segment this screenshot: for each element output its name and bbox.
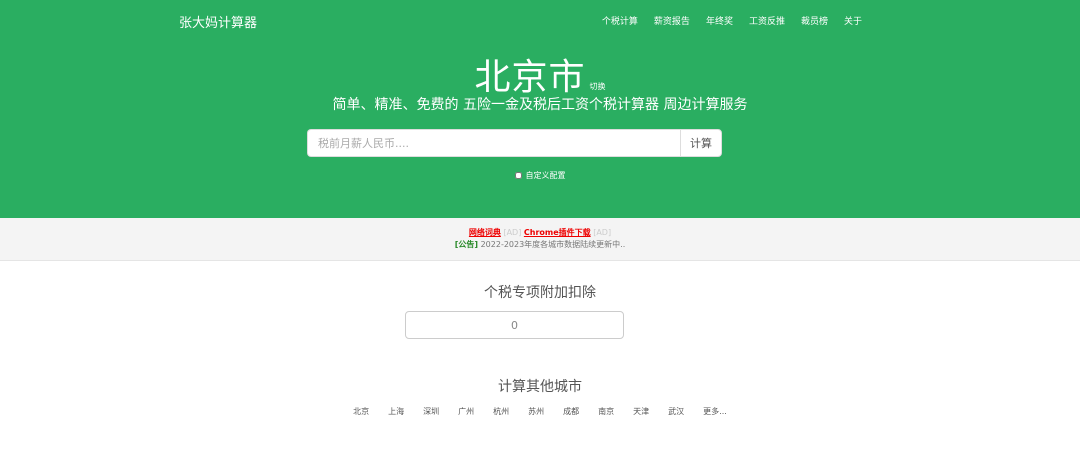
nav-item-reverse-salary[interactable]: 工资反推	[749, 14, 785, 27]
city-link-shenzhen[interactable]: 深圳	[423, 406, 439, 417]
custom-config-label[interactable]: 自定义配置	[526, 171, 566, 180]
city-link-nanjing[interactable]: 南京	[598, 406, 614, 417]
salary-input[interactable]	[307, 129, 680, 157]
city-link-tianjin[interactable]: 天津	[633, 406, 649, 417]
nav-item-tax-calc[interactable]: 个税计算	[602, 14, 638, 27]
city-link-more[interactable]: 更多...	[703, 406, 727, 417]
nav-item-about[interactable]: 关于	[844, 14, 862, 27]
ad-tag: [AD]	[503, 228, 522, 237]
city-link-wuhan[interactable]: 武汉	[668, 406, 684, 417]
nav-item-layoff-list[interactable]: 裁员榜	[801, 14, 828, 27]
calculate-button[interactable]: 计算	[680, 129, 722, 157]
brand-logo-link[interactable]: 张大妈计算器	[179, 12, 257, 31]
ad-link-dictionary[interactable]: 网络词典	[469, 228, 501, 237]
deduction-title: 个税专项附加扣除	[484, 285, 596, 301]
nav-item-salary-report[interactable]: 薪资报告	[654, 14, 690, 27]
ad-row: 网络词典 [AD] Chrome插件下载 [AD]	[0, 227, 1080, 239]
city-link-hangzhou[interactable]: 杭州	[493, 406, 509, 417]
city-link-suzhou[interactable]: 苏州	[528, 406, 544, 417]
ad-tag: [AD]	[593, 228, 612, 237]
city-link-guangzhou[interactable]: 广州	[458, 406, 474, 417]
city-link-chengdu[interactable]: 成都	[563, 406, 579, 417]
custom-config-checkbox[interactable]	[514, 172, 522, 179]
announcement-row: [公告] 2022-2023年度各城市数据陆续更新中..	[0, 239, 1080, 251]
announcement-tag: [公告]	[454, 240, 479, 249]
city-link-shanghai[interactable]: 上海	[388, 406, 404, 417]
custom-config-option: 自定义配置	[0, 170, 1080, 181]
city-heading: 北京市 切换	[0, 48, 1080, 100]
city-switch-link[interactable]: 切换	[590, 82, 606, 91]
hero-banner: 张大妈计算器 个税计算 薪资报告 年终奖 工资反推 裁员榜 关于 北京市 切换 简…	[0, 0, 1080, 218]
top-nav: 个税计算 薪资报告 年终奖 工资反推 裁员榜 关于	[602, 14, 862, 27]
nav-item-annual-bonus[interactable]: 年终奖	[706, 14, 733, 27]
deduction-input[interactable]	[405, 311, 624, 339]
announcement-text: 2022-2023年度各城市数据陆续更新中..	[480, 240, 626, 249]
salary-search-bar: 计算	[307, 129, 722, 157]
city-link-beijing[interactable]: 北京	[353, 406, 369, 417]
city-name: 北京市	[474, 57, 586, 98]
city-list: 北京 上海 深圳 广州 杭州 苏州 成都 南京 天津 武汉 更多...	[0, 406, 1080, 417]
tagline: 简单、精准、免费的 五险一金及税后工资个税计算器 周边计算服务	[332, 97, 748, 113]
other-cities-title: 计算其他城市	[498, 379, 582, 395]
notice-bar: 网络词典 [AD] Chrome插件下载 [AD] [公告] 2022-2023…	[0, 218, 1080, 261]
ad-link-chrome-plugin[interactable]: Chrome插件下载	[524, 228, 591, 237]
